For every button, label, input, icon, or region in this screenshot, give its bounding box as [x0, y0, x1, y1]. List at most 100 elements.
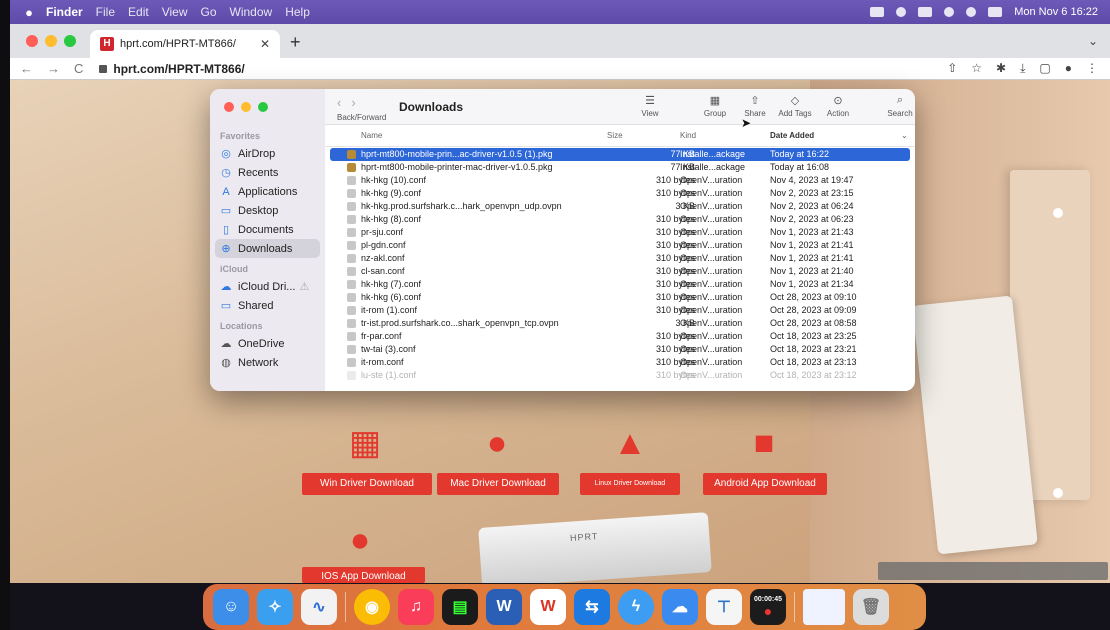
add-tags-button[interactable]: ◇ Add Tags: [775, 94, 815, 118]
back-forward-icon[interactable]: ‹›: [337, 95, 366, 110]
file-row[interactable]: cl-san.conf 310 bytes OpenV...uration Nov 1…: [325, 265, 915, 278]
share-button[interactable]: ⇧ Share: [735, 94, 775, 118]
minimized-window-icon[interactable]: [803, 589, 845, 625]
minimize-window-button[interactable]: [241, 102, 251, 112]
file-row[interactable]: hk-hkg (9).conf 310 bytes OpenV...uration N…: [325, 187, 915, 200]
file-row[interactable]: lu-ste (1).conf 310 bytes OpenV...uration O…: [325, 369, 915, 382]
zoom-window-button[interactable]: [258, 102, 268, 112]
wps-icon[interactable]: W: [530, 589, 566, 625]
url-field[interactable]: hprt.com/HPRT-MT866/: [99, 62, 245, 76]
android-app-download-button[interactable]: Android App Download: [703, 473, 827, 495]
flash-icon[interactable]: ϟ: [618, 589, 654, 625]
linux-driver-download-button[interactable]: Linux Driver Download: [580, 473, 680, 495]
control-center-icon[interactable]: [988, 7, 1003, 17]
word-icon[interactable]: W: [486, 589, 522, 625]
file-row[interactable]: nz-akl.conf 310 bytes OpenV...uration Nov 1…: [325, 252, 915, 265]
sidebar-item-network[interactable]: ◍ Network: [210, 353, 325, 372]
menu-edit[interactable]: Edit: [128, 5, 149, 19]
column-date-added[interactable]: Date Added: [770, 131, 814, 140]
sidebar-item-desktop[interactable]: ▭ Desktop: [210, 201, 325, 220]
share-icon[interactable]: ⇧: [947, 61, 957, 76]
win-driver-download-button[interactable]: Win Driver Download: [302, 473, 432, 495]
file-row[interactable]: pr-sju.conf 310 bytes OpenV...uration Nov 1…: [325, 226, 915, 239]
sidebar-item-downloads[interactable]: ⊕ Downloads: [215, 239, 320, 258]
sort-chevron-icon[interactable]: ⌄: [901, 131, 908, 140]
forward-icon[interactable]: →: [47, 61, 60, 76]
file-row[interactable]: hk-hkg (7).conf 310 bytes OpenV...uration N…: [325, 278, 915, 291]
menu-clock[interactable]: Mon Nov 6 16:22: [1014, 6, 1098, 18]
sidebar-item-documents[interactable]: ▯ Documents: [210, 220, 325, 239]
menu-view[interactable]: View: [162, 5, 188, 19]
browser-tab[interactable]: H hprt.com/HPRT-MT866/ ✕: [90, 30, 280, 58]
file-row[interactable]: it-rom.conf 310 bytes OpenV...uration Oct 1…: [325, 356, 915, 369]
group-button[interactable]: ▦ Group: [695, 94, 735, 118]
file-row[interactable]: hk-hkg (10).conf 310 bytes OpenV...uration…: [325, 174, 915, 187]
sidebar-item-label: Recents: [238, 166, 279, 179]
extensions-icon[interactable]: ✱: [996, 61, 1006, 76]
wifi-icon[interactable]: [944, 7, 955, 17]
sidepanel-icon[interactable]: ▢: [1039, 61, 1050, 76]
chrome-icon[interactable]: ◉: [354, 589, 390, 625]
search-button[interactable]: ⌕ Search: [880, 94, 915, 118]
menu-file[interactable]: File: [96, 5, 115, 19]
more-menu-icon[interactable]: ⋮: [1086, 61, 1098, 76]
zoom-window-button[interactable]: [64, 35, 76, 47]
freeform-icon[interactable]: ∿: [301, 589, 337, 625]
safari-icon[interactable]: ✧: [257, 589, 293, 625]
file-row[interactable]: fr-par.conf 310 bytes OpenV...uration Oct 1…: [325, 330, 915, 343]
profile-icon[interactable]: ●: [1065, 61, 1072, 76]
view-button[interactable]: ☰ View: [630, 94, 670, 118]
finder-icon[interactable]: ☺: [213, 589, 249, 625]
menu-app-name[interactable]: Finder: [46, 5, 83, 19]
file-row[interactable]: hk-hkg.prod.surfshark.c...hark_openvpn_u…: [325, 200, 915, 213]
file-kind: OpenV...uration: [680, 357, 743, 367]
sidebar-item-applications[interactable]: A Applications: [210, 182, 325, 201]
close-window-button[interactable]: [26, 35, 38, 47]
apple-menu-icon[interactable]: ●: [18, 5, 40, 20]
minimize-window-button[interactable]: [45, 35, 57, 47]
action-button[interactable]: ⊙ Action: [818, 94, 858, 118]
file-row[interactable]: pl-gdn.conf 310 bytes OpenV...uration Nov 1…: [325, 239, 915, 252]
sidebar-item-recents[interactable]: ◷ Recents: [210, 163, 325, 182]
file-row[interactable]: hprt-mt800-mobile-prin...ac-driver-v1.0.…: [330, 148, 910, 161]
download-icon[interactable]: ⤓: [1020, 61, 1025, 76]
file-row[interactable]: it-rom (1).conf 310 bytes OpenV...uration O…: [325, 304, 915, 317]
menu-help[interactable]: Help: [285, 5, 310, 19]
keynote-icon[interactable]: ⊤: [706, 589, 742, 625]
tab-list-chevron-icon[interactable]: ⌄: [1088, 34, 1098, 48]
close-window-button[interactable]: [224, 102, 234, 112]
cloud-app-icon[interactable]: ☁: [662, 589, 698, 625]
sidebar-item-icloud-drive[interactable]: ☁ iCloud Dri... ⚠: [210, 277, 325, 296]
file-row[interactable]: tr-ist.prod.surfshark.co...shark_openvpn…: [325, 317, 915, 330]
column-name[interactable]: Name: [361, 131, 382, 140]
activity-monitor-icon[interactable]: ▤: [442, 589, 478, 625]
mac-driver-download-button[interactable]: Mac Driver Download: [437, 473, 559, 495]
file-row[interactable]: hk-hkg (8).conf 310 bytes OpenV...uration N…: [325, 213, 915, 226]
file-row[interactable]: tw-tai (3).conf 310 bytes OpenV...uration O…: [325, 343, 915, 356]
trash-icon[interactable]: 🗑: [853, 589, 889, 625]
battery-icon[interactable]: [918, 7, 933, 17]
keyboard-icon[interactable]: [870, 7, 885, 17]
ios-app-download-button[interactable]: IOS App Download: [302, 567, 425, 583]
close-tab-icon[interactable]: ✕: [260, 37, 270, 51]
screen-recorder-icon[interactable]: 00:00:45 ●: [750, 589, 786, 625]
finder-toolbar: ‹› Back/Forward Downloads ☰ View ▦ Group ⇧…: [325, 89, 915, 125]
column-size[interactable]: Size: [607, 131, 623, 140]
teamviewer-icon[interactable]: ⇆: [574, 589, 610, 625]
bluetooth-icon[interactable]: [896, 7, 907, 17]
bookmark-star-icon[interactable]: ☆: [971, 61, 982, 76]
sidebar-item-airdrop[interactable]: ◎ AirDrop: [210, 144, 325, 163]
music-icon[interactable]: ♫: [398, 589, 434, 625]
column-kind[interactable]: Kind: [680, 131, 696, 140]
file-row[interactable]: hk-hkg (6).conf 310 bytes OpenV...uration O…: [325, 291, 915, 304]
menu-go[interactable]: Go: [201, 5, 217, 19]
menu-window[interactable]: Window: [230, 5, 273, 19]
search-icon[interactable]: [966, 7, 977, 17]
sidebar-item-shared[interactable]: ▭ Shared: [210, 296, 325, 315]
reload-icon[interactable]: C: [74, 61, 83, 76]
sidebar-item-onedrive[interactable]: ☁ OneDrive: [210, 334, 325, 353]
new-tab-button[interactable]: +: [290, 32, 301, 53]
file-row[interactable]: hprt-mt800-mobile-printer-mac-driver-v1.…: [325, 161, 915, 174]
config-file-icon: [347, 176, 356, 185]
back-icon[interactable]: ←: [20, 61, 33, 76]
